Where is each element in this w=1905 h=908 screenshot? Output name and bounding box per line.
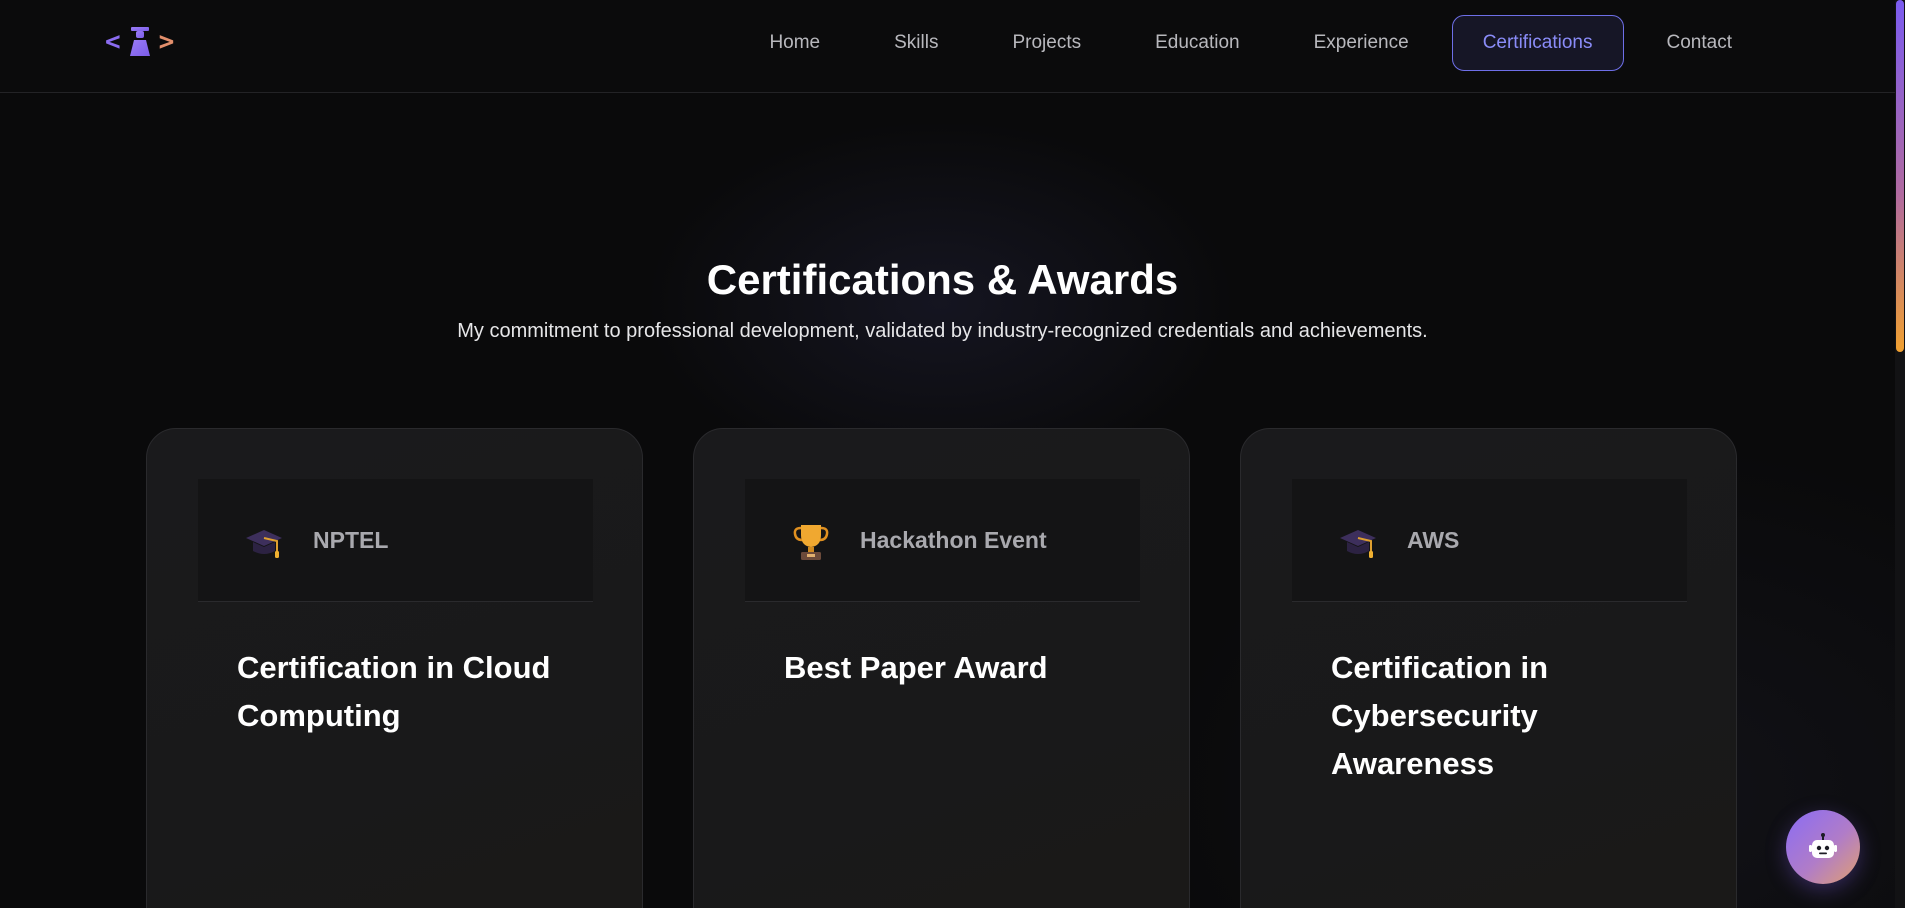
card-header: NPTEL xyxy=(198,479,593,602)
chatbot-button[interactable] xyxy=(1786,810,1860,884)
logo[interactable]: < > xyxy=(105,24,174,60)
graduation-cap-icon xyxy=(246,530,282,558)
card-issuer: Hackathon Event xyxy=(860,527,1047,553)
nav-links: Home Skills Projects Education Experienc… xyxy=(726,15,1763,71)
certification-card[interactable]: NPTEL Certification in Cloud Computing xyxy=(146,428,643,908)
nav-link-education[interactable]: Education xyxy=(1124,15,1271,71)
nav-link-experience[interactable]: Experience xyxy=(1283,15,1440,71)
award-card[interactable]: Hackathon Event Best Paper Award xyxy=(693,428,1190,908)
nav-link-projects[interactable]: Projects xyxy=(981,15,1112,71)
page-scrollbar[interactable] xyxy=(1895,0,1905,908)
logo-right-bracket: > xyxy=(158,27,175,57)
card-issuer: AWS xyxy=(1407,527,1460,553)
card-header: AWS xyxy=(1292,479,1687,602)
logo-left-bracket: < xyxy=(105,27,121,57)
certification-card[interactable]: AWS Certification in Cybersecurity Aware… xyxy=(1240,428,1737,908)
scrollbar-thumb[interactable] xyxy=(1896,0,1904,352)
navbar: < > Home Skills Projects Education Exper… xyxy=(0,0,1895,93)
nav-link-certifications[interactable]: Certifications xyxy=(1451,15,1624,71)
section-subtitle: My commitment to professional developmen… xyxy=(457,320,1428,342)
robot-icon xyxy=(1809,833,1837,858)
card-header: Hackathon Event xyxy=(745,479,1140,602)
card-title: Certification in Cybersecurity Awareness xyxy=(1331,650,1549,781)
nav-link-skills[interactable]: Skills xyxy=(863,15,969,71)
card-title: Best Paper Award xyxy=(784,650,1048,685)
nav-link-contact[interactable]: Contact xyxy=(1636,15,1763,71)
card-title: Certification in Cloud Computing xyxy=(237,650,551,733)
trophy-icon xyxy=(793,525,829,560)
section-title: Certifications & Awards xyxy=(706,256,1179,303)
nav-link-home[interactable]: Home xyxy=(738,15,851,71)
graduation-cap-icon xyxy=(1340,530,1376,558)
page: < > Home Skills Projects Education Exper… xyxy=(0,0,1905,908)
card-issuer: NPTEL xyxy=(313,527,389,553)
graduate-figure-icon xyxy=(129,27,150,56)
